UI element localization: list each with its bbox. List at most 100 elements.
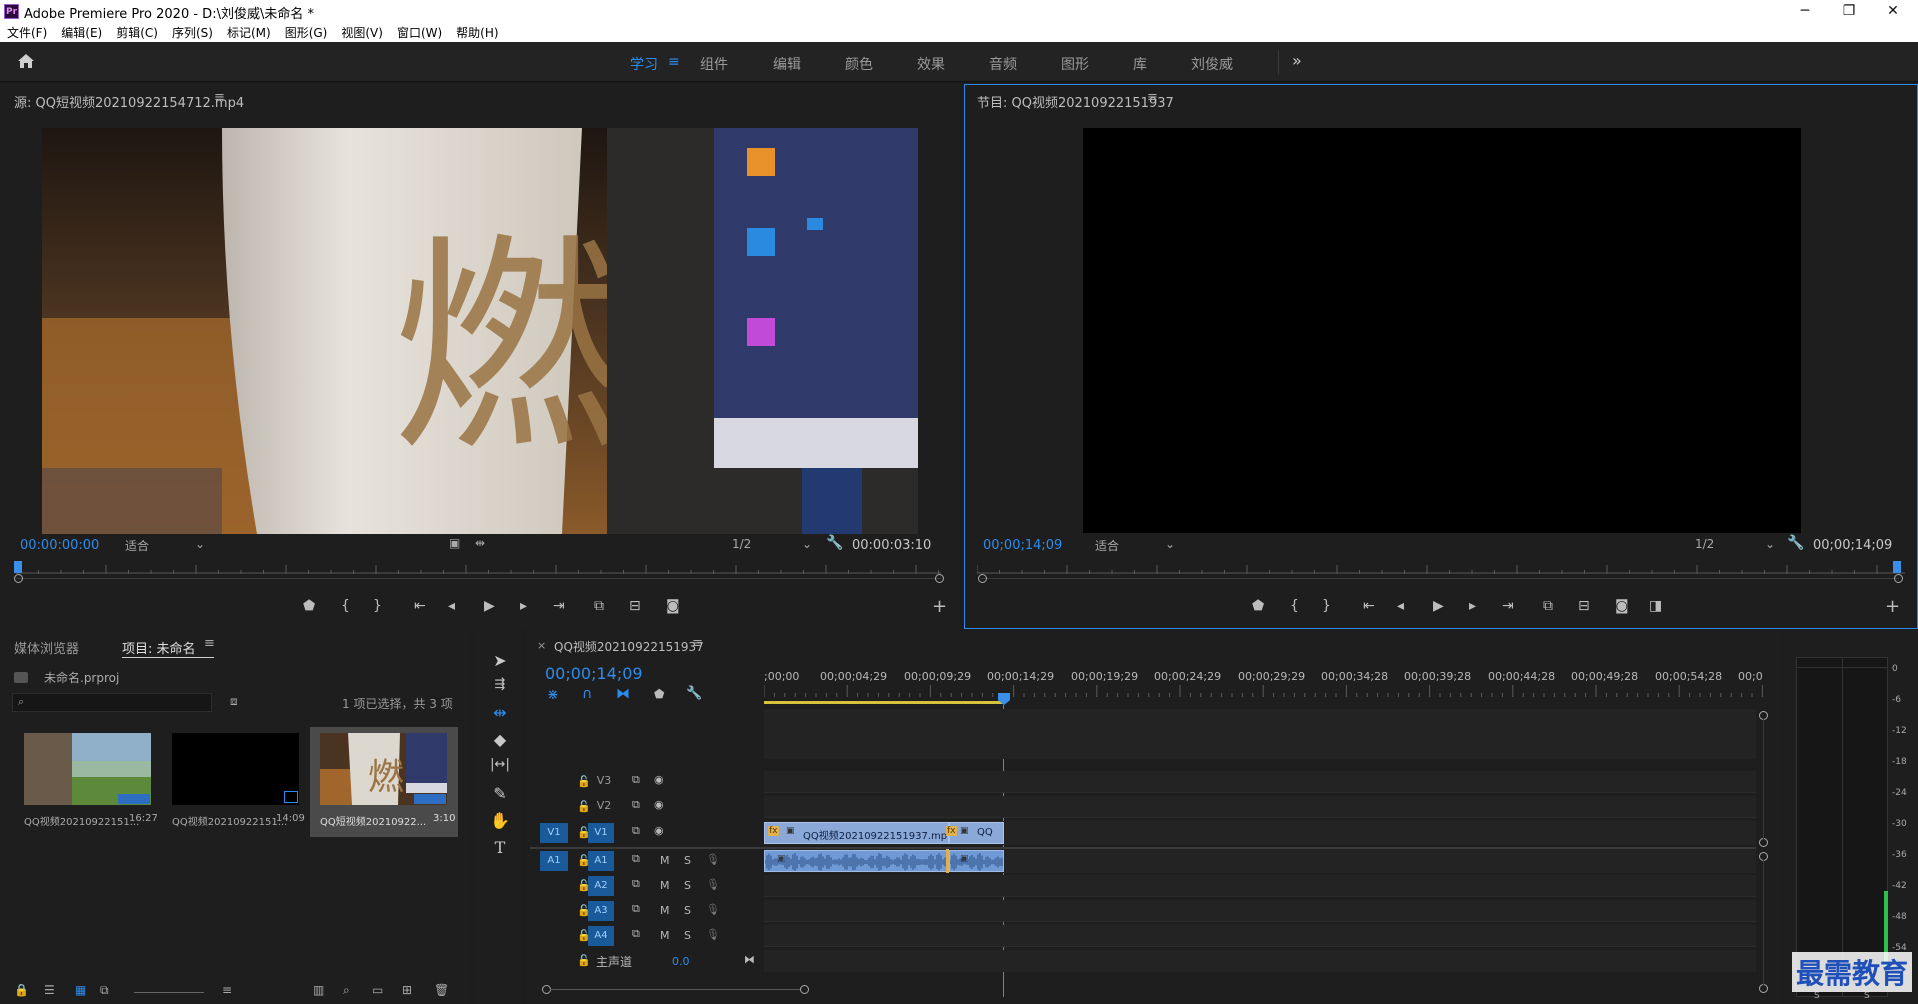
solo-button[interactable]: S (684, 879, 691, 892)
source-playhead[interactable] (14, 561, 22, 573)
project-item[interactable]: QQ视频20210922151... 14:09 (162, 727, 307, 837)
overwrite-icon[interactable]: ⊟ (629, 598, 641, 614)
minimize-button[interactable]: ─ (1782, 0, 1828, 22)
step-forward-icon[interactable]: ▸ (1469, 598, 1476, 614)
timeline-tab-title[interactable]: QQ视频20210922151937 (554, 638, 704, 655)
ripple-edit-tool-icon[interactable]: ⇹ (484, 703, 516, 727)
source-fit-dropdown[interactable]: 适合 ⌄ (125, 537, 205, 554)
mark-in-icon[interactable]: { (341, 598, 350, 614)
source-zoom-bar[interactable] (16, 578, 941, 579)
track-lock-icon[interactable]: 🔓 (577, 800, 591, 813)
work-area-bar[interactable] (764, 701, 1004, 704)
microphone-icon[interactable]: 🎙 (706, 853, 720, 866)
audio-scroll-handle-bottom[interactable] (1759, 984, 1768, 993)
workspace-custom[interactable]: 刘俊威 (1191, 54, 1233, 74)
wrench-icon[interactable]: 🔧 (686, 686, 702, 701)
track-lock-icon[interactable]: 🔓 (577, 954, 591, 967)
eye-icon[interactable]: ◉ (654, 798, 664, 811)
go-to-out-icon[interactable]: ⇥ (1502, 598, 1514, 614)
menu-file[interactable]: 文件(F) (0, 22, 54, 41)
track-content[interactable] (764, 925, 1756, 947)
program-zoom-bar[interactable] (981, 578, 1899, 579)
track-label[interactable]: A2 (588, 876, 614, 896)
compare-view-icon[interactable]: ◨ (1649, 598, 1662, 614)
zoom-handle-left[interactable] (14, 574, 23, 583)
go-to-in-icon[interactable]: ⇤ (414, 598, 426, 614)
project-search-input[interactable]: ⌕ (12, 693, 212, 712)
project-item-selected[interactable]: 燃 QQ短视频20210922... 3:10 (310, 727, 458, 837)
wrench-icon[interactable]: 🔧 (826, 535, 843, 551)
step-back-icon[interactable]: ◂ (448, 598, 455, 614)
menu-graphics[interactable]: 图形(G) (278, 22, 335, 41)
slip-tool-icon[interactable]: |↔| (484, 757, 516, 781)
menu-edit[interactable]: 编辑(E) (54, 22, 109, 41)
home-icon[interactable] (16, 52, 38, 72)
zoom-handle-left[interactable] (978, 574, 987, 583)
add-button-icon[interactable]: + (932, 596, 947, 617)
sync-lock-icon[interactable]: ⧉ (632, 824, 640, 838)
workspace-graphics[interactable]: 图形 (1061, 54, 1089, 74)
program-resolution-dropdown[interactable]: 1/2 ⌄ (1695, 537, 1775, 551)
sync-lock-icon[interactable]: ⧉ (632, 902, 640, 916)
track-content[interactable] (764, 900, 1756, 922)
eye-icon[interactable]: ◉ (654, 824, 664, 837)
panel-menu-icon[interactable]: ≡ (204, 636, 215, 651)
source-patch-a1[interactable]: A1 (540, 851, 568, 871)
sync-lock-icon[interactable]: ⧉ (632, 877, 640, 891)
drag-video-icon[interactable]: ⇹ (475, 536, 485, 550)
solo-left-button[interactable]: S (1814, 991, 1820, 1001)
eye-icon[interactable]: ◉ (654, 773, 664, 786)
video-clip[interactable]: fx ▣ QQ视频20210922151937.mp (764, 822, 949, 844)
add-marker-icon[interactable]: ⬟ (303, 598, 315, 614)
workspace-editing[interactable]: 编辑 (773, 54, 801, 74)
step-back-icon[interactable]: ◂ (1397, 598, 1404, 614)
workspace-libraries[interactable]: 库 (1133, 54, 1147, 74)
workspace-menu-icon[interactable]: ≡ (668, 54, 680, 70)
menu-window[interactable]: 窗口(W) (390, 22, 449, 41)
panel-menu-icon[interactable]: ≡ (692, 636, 703, 651)
source-patch-v1[interactable]: V1 (540, 823, 568, 843)
solo-right-button[interactable]: S (1864, 991, 1870, 1001)
program-playhead[interactable] (1893, 561, 1901, 573)
sync-lock-icon[interactable]: ⧉ (632, 927, 640, 941)
sync-lock-icon[interactable]: ⧉ (632, 773, 640, 787)
workspace-audio[interactable]: 音频 (989, 54, 1017, 74)
program-monitor-title[interactable]: 节目: QQ视频20210922151937 (977, 92, 1174, 111)
menu-help[interactable]: 帮助(H) (449, 22, 505, 41)
zoom-handle-right[interactable] (1894, 574, 1903, 583)
sync-lock-icon[interactable]: ⧉ (632, 852, 640, 866)
hand-tool-icon[interactable]: ✋ (484, 811, 516, 835)
play-icon[interactable]: ▶ (1433, 598, 1444, 614)
zoom-handle-right[interactable] (935, 574, 944, 583)
track-content[interactable] (764, 771, 1756, 793)
workspace-assembly[interactable]: 组件 (700, 54, 728, 74)
program-time-ruler[interactable] (976, 562, 1905, 574)
camera-icon[interactable]: ◙ (1615, 598, 1629, 614)
horizontal-scrollbar[interactable] (550, 989, 800, 990)
workspace-effects[interactable]: 效果 (917, 54, 945, 74)
go-to-end-icon[interactable]: ⧓ (744, 953, 755, 966)
tab-media-browser[interactable]: 媒体浏览器 (14, 638, 79, 657)
menu-clip[interactable]: 剪辑(C) (109, 22, 165, 41)
go-to-out-icon[interactable]: ⇥ (553, 598, 565, 614)
lift-icon[interactable]: ⧉ (1543, 598, 1553, 614)
step-forward-icon[interactable]: ▸ (520, 598, 527, 614)
panel-menu-icon[interactable]: ≡ (214, 90, 225, 105)
mark-out-icon[interactable]: } (1322, 598, 1331, 614)
zoom-slider[interactable] (134, 992, 204, 993)
wrench-icon[interactable]: 🔧 (1787, 535, 1804, 551)
track-content[interactable] (764, 950, 1756, 972)
audio-scrollbar[interactable] (1763, 860, 1764, 985)
solo-button[interactable]: S (684, 929, 691, 942)
export-frame-icon[interactable]: ▣ (449, 536, 460, 550)
selection-tool-icon[interactable]: ➤ (484, 651, 516, 675)
freeform-view-icon[interactable]: ⧉ (100, 983, 109, 998)
video-clip[interactable]: fx ▣ QQ (946, 822, 1004, 844)
menu-sequence[interactable]: 序列(S) (165, 22, 220, 41)
source-monitor-title[interactable]: 源: QQ短视频20210922154712.mp4 (14, 92, 244, 111)
solo-button[interactable]: S (684, 904, 691, 917)
new-bin-icon[interactable]: ▭ (372, 983, 383, 997)
add-marker-icon[interactable]: ⬟ (654, 687, 664, 701)
source-resolution-dropdown[interactable]: 1/2 ⌄ (732, 537, 812, 551)
track-label[interactable]: A4 (588, 926, 614, 946)
